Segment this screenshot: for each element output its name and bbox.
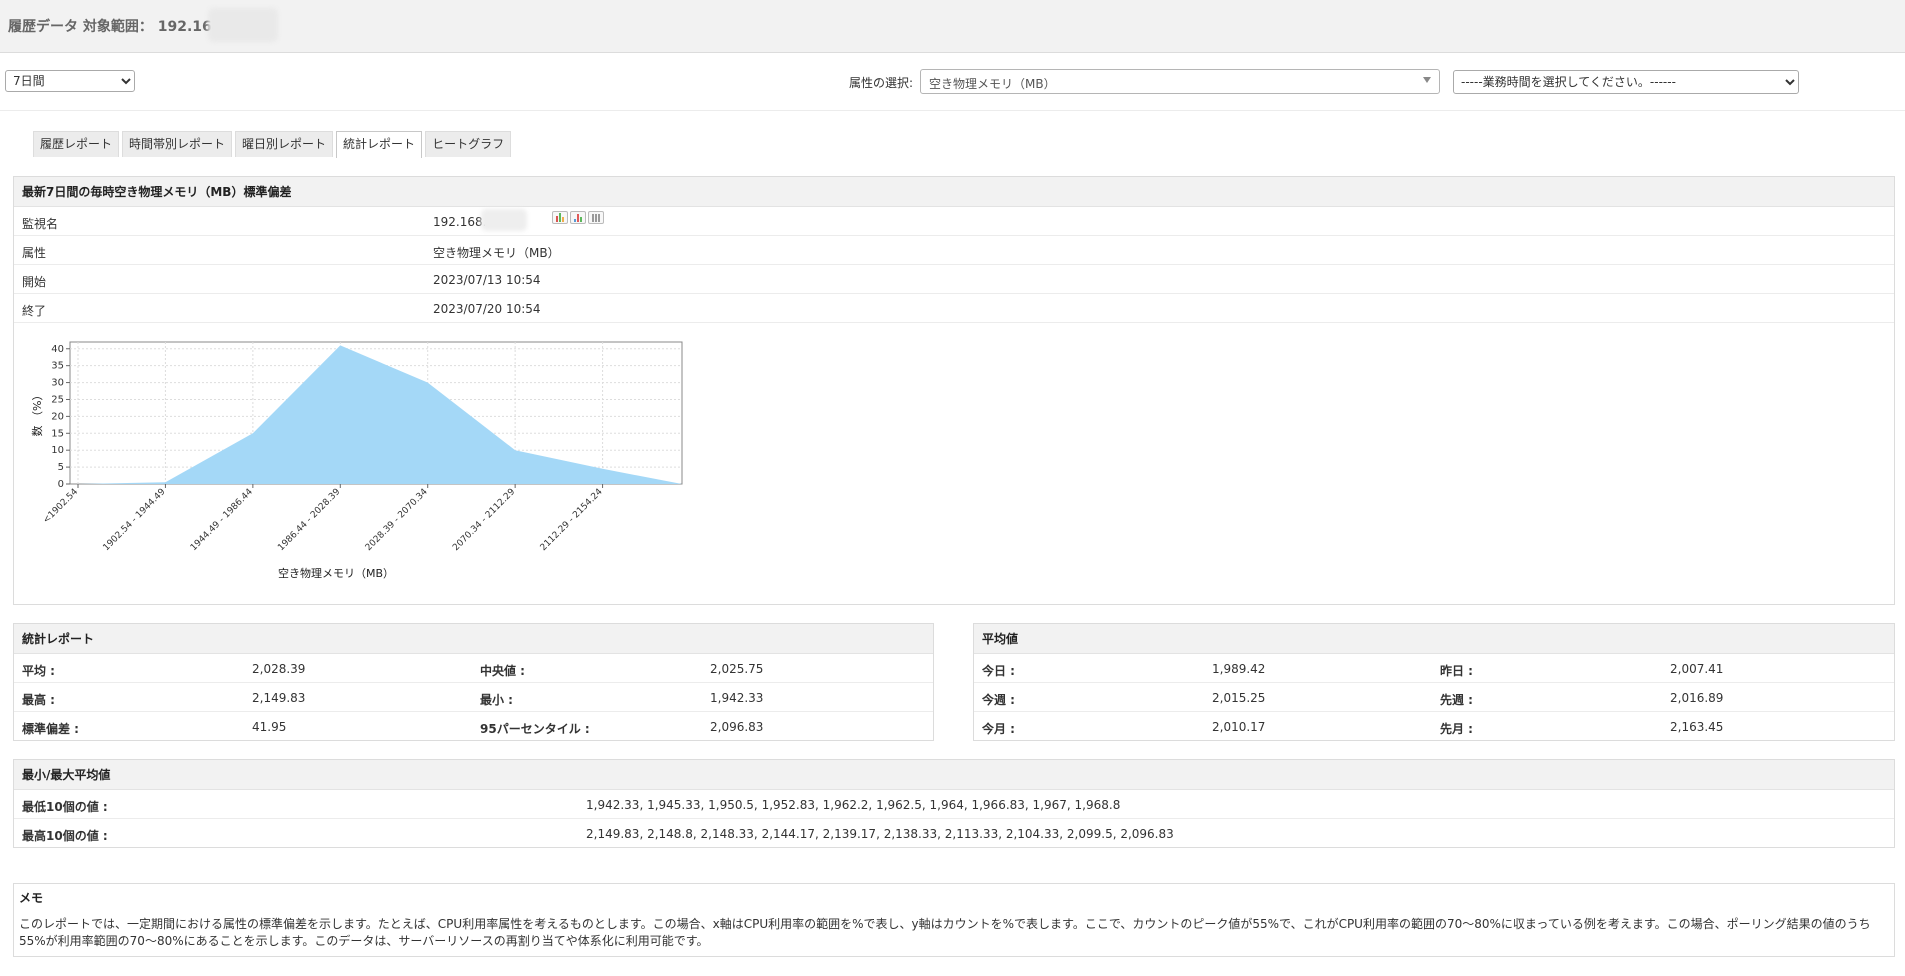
business-hours-select[interactable]: -----業務時間を選択してください。------	[1453, 70, 1799, 94]
masked-ip	[208, 8, 278, 42]
attribute-label: 属性の選択:	[849, 76, 914, 90]
panel-title: 最小/最大平均値	[14, 760, 1894, 790]
info-row: 開始 2023/07/13 10:54	[14, 265, 1894, 294]
row-value: 空き物理メモリ（MB）	[433, 246, 560, 260]
avg-value: 2,007.41	[1670, 662, 1724, 676]
attribute-value: 空き物理メモリ（MB）	[929, 77, 1056, 91]
x-tick-label: 2112.29 - 2154.24	[539, 487, 605, 553]
avg-value: 2,015.25	[1212, 691, 1266, 705]
y-axis-label: 数 （%）	[31, 390, 44, 437]
minmax-value: 1,942.33, 1,945.33, 1,950.5, 1,952.83, 1…	[586, 798, 1121, 812]
avg-label: 昨日 :	[1440, 664, 1473, 678]
stat-value: 2,028.39	[252, 662, 306, 676]
y-tick-label: 25	[51, 394, 64, 405]
x-tick-label: 1986.44 - 2028.39	[276, 487, 342, 553]
stat-label: 平均 :	[22, 664, 55, 678]
info-row: 属性 空き物理メモリ（MB）	[14, 236, 1894, 265]
avg-label: 先月 :	[1440, 722, 1473, 736]
row-label: 属性	[22, 246, 47, 260]
dropdown-arrow-icon	[1423, 77, 1431, 83]
row-label: 終了	[22, 304, 47, 318]
avg-value: 2,016.89	[1670, 691, 1724, 705]
avg-row: 今月 : 2,010.17 先月 : 2,163.45	[974, 712, 1894, 741]
stat-value: 2,025.75	[710, 662, 764, 676]
tab-statistics[interactable]: 統計レポート	[336, 131, 423, 158]
stat-label: 標準偏差 :	[22, 722, 79, 736]
view-icons	[552, 211, 604, 224]
report-tabs: 履歴レポート 時間帯別レポート 曜日別レポート 統計レポート ヒートグラフ	[33, 131, 512, 158]
stat-value: 1,942.33	[710, 691, 764, 705]
y-tick-label: 35	[51, 361, 64, 372]
y-tick-label: 10	[51, 445, 64, 456]
bar-chart-icon[interactable]	[552, 211, 568, 224]
statistics-panel: 統計レポート 平均 : 2,028.39 中央値 : 2,025.75 最高 :…	[13, 623, 934, 741]
stat-row: 標準偏差 : 41.95 95パーセンタイル : 2,096.83	[14, 712, 933, 741]
row-label: 監視名	[22, 217, 59, 231]
y-tick-label: 40	[51, 344, 64, 355]
avg-label: 先週 :	[1440, 693, 1473, 707]
row-value: 2023/07/20 10:54	[433, 302, 541, 316]
y-tick-label: 0	[58, 479, 64, 490]
page-title: 履歴データ 対象範囲： 192.168	[8, 19, 222, 35]
x-tick-label: 2028.39 - 2070.34	[364, 487, 430, 553]
tab-weekday[interactable]: 曜日別レポート	[235, 131, 334, 157]
avg-label: 今日 :	[982, 664, 1015, 678]
row-value: 2023/07/13 10:54	[433, 273, 541, 287]
min-max-panel: 最小/最大平均値 最低10個の値 : 1,942.33, 1,945.33, 1…	[13, 759, 1895, 848]
avg-row: 今日 : 1,989.42 昨日 : 2,007.41	[974, 654, 1894, 683]
stat-label: 中央値 :	[480, 664, 525, 678]
distribution-chart: 0 5 10 15 20 25 30 35 40 <1902.54 1902.54 - 1944.4…	[31, 341, 683, 580]
x-tick-label: 1902.54 - 1944.49	[102, 487, 168, 553]
info-row: 監視名 192.168.	[14, 207, 1894, 236]
top-bar: 履歴データ 対象範囲： 192.168	[0, 0, 1905, 53]
avg-label: 今月 :	[982, 722, 1015, 736]
y-tick-label: 15	[51, 428, 64, 439]
minmax-label: 最低10個の値 :	[22, 800, 108, 814]
table-icon[interactable]	[588, 211, 604, 224]
minmax-row: 最低10個の値 : 1,942.33, 1,945.33, 1,950.5, 1…	[14, 790, 1894, 819]
stat-label: 最高 :	[22, 693, 55, 707]
memo-text: このレポートでは、一定期間における属性の標準偏差を示します。たとえば、CPU利用…	[19, 917, 1871, 948]
avg-value: 2,010.17	[1212, 720, 1266, 734]
y-tick-label: 30	[51, 378, 64, 389]
stat-value: 2,096.83	[710, 720, 764, 734]
panel-title: 平均値	[974, 624, 1894, 654]
stat-row: 平均 : 2,028.39 中央値 : 2,025.75	[14, 654, 933, 683]
stat-label: 最小 :	[480, 693, 513, 707]
tab-heat-graph[interactable]: ヒートグラフ	[425, 131, 512, 157]
stat-row: 最高 : 2,149.83 最小 : 1,942.33	[14, 683, 933, 712]
y-tick-label: 20	[51, 411, 64, 422]
attribute-select[interactable]: 空き物理メモリ（MB）	[920, 69, 1440, 94]
tab-hourly[interactable]: 時間帯別レポート	[122, 131, 233, 157]
averages-panel: 平均値 今日 : 1,989.42 昨日 : 2,007.41 今週 : 2,0…	[973, 623, 1895, 741]
avg-label: 今週 :	[982, 693, 1015, 707]
minmax-value: 2,149.83, 2,148.8, 2,148.33, 2,144.17, 2…	[586, 827, 1174, 841]
monitor-name: 192.168.	[433, 215, 487, 229]
memo-panel: メモ このレポートでは、一定期間における属性の標準偏差を示します。たとえば、CP…	[13, 883, 1895, 957]
minmax-row: 最高10個の値 : 2,149.83, 2,148.8, 2,148.33, 2…	[14, 819, 1894, 848]
avg-row: 今週 : 2,015.25 先週 : 2,016.89	[974, 683, 1894, 712]
period-select[interactable]: 7日間	[5, 70, 135, 92]
avg-value: 2,163.45	[1670, 720, 1724, 734]
tab-history[interactable]: 履歴レポート	[33, 131, 120, 157]
info-row: 終了 2023/07/20 10:54	[14, 294, 1894, 323]
minmax-label: 最高10個の値 :	[22, 829, 108, 843]
x-tick-label: 1944.49 - 1986.44	[189, 487, 255, 553]
x-tick-label: <1902.54	[41, 487, 80, 526]
memo-title: メモ	[19, 891, 44, 905]
x-tick-label: 2070.34 - 2112.29	[451, 487, 517, 553]
panel-title: 最新7日間の毎時空き物理メモリ（MB）標準偏差	[14, 177, 1894, 207]
line-chart-icon[interactable]	[570, 211, 586, 224]
masked-ip	[481, 209, 527, 231]
stat-value: 41.95	[252, 720, 287, 734]
x-axis-label: 空き物理メモリ（MB）	[278, 566, 394, 580]
stat-label: 95パーセンタイル :	[480, 722, 590, 736]
stat-value: 2,149.83	[252, 691, 306, 705]
y-tick-label: 5	[58, 462, 64, 473]
panel-title: 統計レポート	[14, 624, 933, 654]
row-label: 開始	[22, 275, 47, 289]
avg-value: 1,989.42	[1212, 662, 1266, 676]
